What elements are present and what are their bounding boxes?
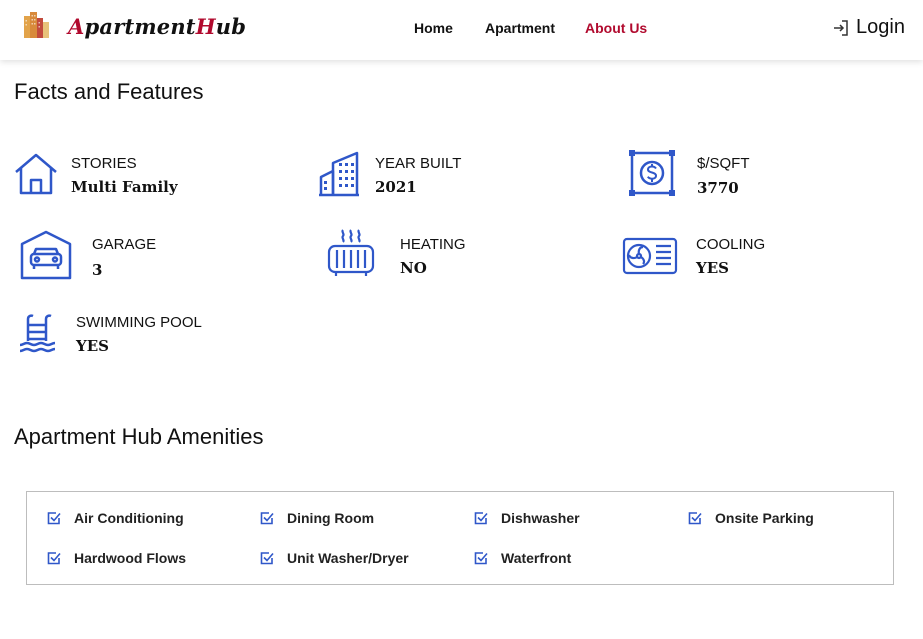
amenity-item: Air Conditioning — [46, 510, 184, 526]
cooling-value: YES — [696, 259, 729, 277]
house-icon — [15, 153, 57, 195]
amenity-item: Hardwood Flows — [46, 550, 186, 566]
amenity-label: Onsite Parking — [715, 510, 814, 526]
checkbox-checked-icon — [47, 512, 61, 525]
garage-icon — [20, 230, 72, 280]
amenity-item: Dishwasher — [473, 510, 580, 526]
top-navbar: ApartmentHub Home Apartment About Us Log… — [0, 0, 923, 60]
heater-icon — [327, 229, 375, 276]
amenity-label: Hardwood Flows — [74, 550, 186, 566]
brand-letter-h: H — [195, 14, 216, 39]
pool-label: SWIMMING POOL — [76, 314, 202, 331]
checkbox-checked-icon — [474, 552, 488, 565]
checkbox-checked-icon — [474, 512, 488, 525]
checkbox-checked-icon — [47, 552, 61, 565]
cooling-label: COOLING — [696, 236, 766, 253]
nav-apartment[interactable]: Apartment — [485, 20, 555, 36]
amenity-label: Dishwasher — [501, 510, 580, 526]
login-button[interactable]: Login — [832, 16, 905, 39]
brand-part: ub — [215, 14, 247, 39]
ac-icon — [622, 237, 678, 275]
price-per-sqft-value: 3770 — [697, 179, 739, 197]
building-logo-icon[interactable] — [22, 12, 50, 40]
amenity-label: Air Conditioning — [74, 510, 184, 526]
stories-value: Multi Family — [71, 178, 178, 196]
nav-home[interactable]: Home — [414, 20, 453, 36]
login-icon — [834, 19, 848, 36]
year-built-label: YEAR BUILT — [375, 155, 462, 172]
building-icon — [319, 151, 359, 197]
amenity-label: Unit Washer/Dryer — [287, 550, 409, 566]
nav-about-us[interactable]: About Us — [585, 20, 647, 36]
amenity-item: Waterfront — [473, 550, 571, 566]
amenity-item: Dining Room — [259, 510, 374, 526]
stories-label: STORIES — [71, 155, 137, 172]
amenity-label: Dining Room — [287, 510, 375, 526]
garage-label: GARAGE — [92, 236, 157, 253]
year-built-value: 2021 — [375, 178, 417, 196]
amenities-list: Air Conditioning Dining Room Dishwasher … — [26, 491, 894, 585]
checkbox-checked-icon — [260, 552, 274, 565]
pool-icon — [19, 314, 56, 353]
price-per-sqft-label: $/SQFT — [697, 155, 750, 172]
login-label: Login — [856, 16, 905, 38]
dollar-icon — [629, 150, 675, 196]
checkbox-checked-icon — [688, 512, 702, 525]
facts-title: Facts and Features — [14, 79, 204, 104]
amenities-title: Apartment Hub Amenities — [14, 424, 264, 449]
heating-value: NO — [400, 259, 427, 277]
checkbox-checked-icon — [260, 512, 274, 525]
brand-part: partment — [84, 14, 196, 39]
heating-label: HEATING — [400, 236, 466, 253]
pool-value: YES — [76, 337, 109, 355]
brand-name[interactable]: ApartmentHub — [68, 14, 246, 39]
amenity-item: Onsite Parking — [687, 510, 814, 526]
amenity-label: Waterfront — [501, 550, 572, 566]
brand-letter-a: A — [68, 14, 85, 39]
amenity-item: Unit Washer/Dryer — [259, 550, 409, 566]
garage-value: 3 — [92, 261, 103, 279]
